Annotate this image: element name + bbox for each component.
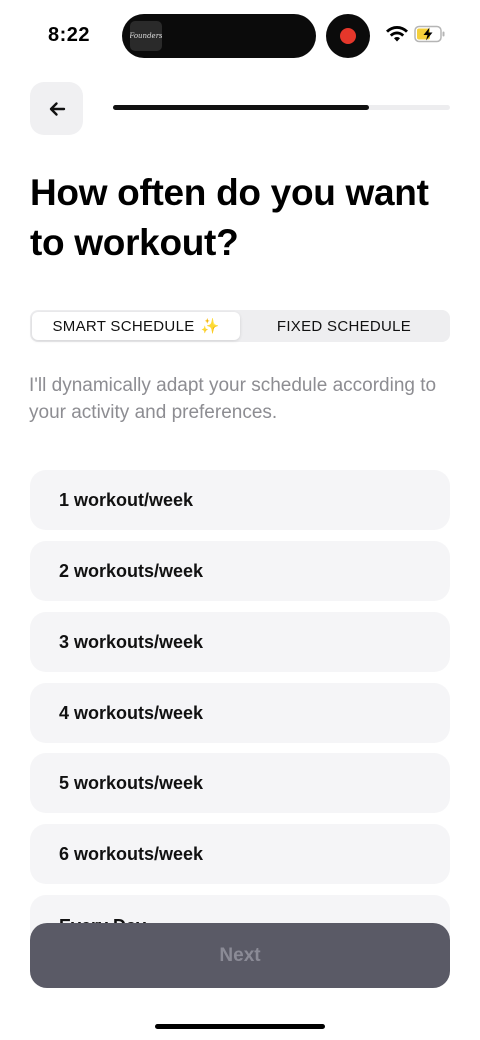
tab-fixed-schedule-label: FIXED SCHEDULE — [276, 317, 412, 335]
status-bar: 8:22 Founders — [0, 0, 480, 72]
arrow-left-icon — [49, 101, 65, 116]
option-label: 1 workout/week — [59, 489, 194, 510]
next-button-label: Next — [219, 944, 261, 966]
tab-fixed-schedule[interactable]: FIXED SCHEDULE — [240, 312, 448, 340]
sparkles-icon: ✨ — [200, 318, 220, 335]
option-1-workout[interactable]: 1 workout/week — [30, 470, 450, 530]
option-label: 6 workouts/week — [59, 843, 204, 864]
option-label: 3 workouts/week — [59, 631, 204, 652]
option-label: 5 workouts/week — [59, 772, 204, 793]
island-thumbnail: Founders — [130, 21, 162, 51]
option-2-workouts[interactable]: 2 workouts/week — [30, 541, 450, 601]
option-4-workouts[interactable]: 4 workouts/week — [30, 683, 450, 743]
wifi-icon — [386, 26, 408, 42]
dynamic-island: Founders — [122, 14, 316, 58]
option-5-workouts[interactable]: 5 workouts/week — [30, 753, 450, 813]
option-3-workouts[interactable]: 3 workouts/week — [30, 612, 450, 672]
back-button[interactable] — [30, 82, 83, 135]
onboarding-progress-bar — [113, 105, 450, 110]
progress-fill — [113, 105, 370, 110]
schedule-description: I'll dynamically adapt your schedule acc… — [29, 375, 437, 423]
battery-charging-icon — [414, 25, 445, 43]
option-label: 2 workouts/week — [59, 560, 204, 581]
tab-smart-schedule[interactable]: SMART SCHEDULE ✨ — [32, 312, 240, 340]
record-dot-icon — [340, 28, 356, 44]
option-6-workouts[interactable]: 6 workouts/week — [30, 824, 450, 884]
schedule-type-toggle: SMART SCHEDULE ✨ FIXED SCHEDULE — [30, 310, 450, 342]
next-button[interactable]: Next — [30, 923, 450, 988]
home-indicator — [155, 1024, 325, 1029]
option-label: 4 workouts/week — [59, 702, 204, 723]
screen-recording-indicator — [326, 14, 370, 58]
page-title: How often do you want to workout? — [30, 172, 429, 263]
status-time: 8:22 — [48, 24, 91, 46]
tab-smart-schedule-label: SMART SCHEDULE — [52, 317, 195, 335]
